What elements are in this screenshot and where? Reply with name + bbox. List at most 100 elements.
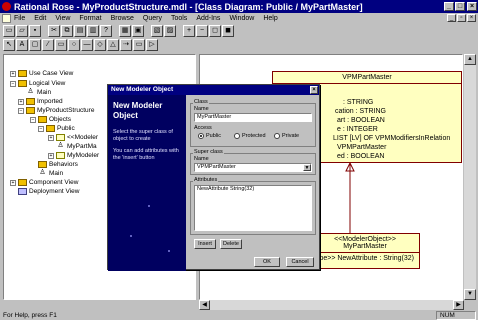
horizontal-scrollbar[interactable]: ◀ ▶ [199, 300, 464, 310]
rose-app-icon[interactable] [2, 2, 11, 11]
deploy-icon[interactable]: ▨ [164, 25, 176, 37]
maximize-button[interactable]: □ [455, 2, 465, 11]
tree-item-component-view[interactable]: + Component View [10, 178, 78, 187]
realize-icon[interactable]: ▷ [146, 39, 158, 51]
menu-tools[interactable]: Tools [171, 15, 187, 22]
deployment-icon [18, 188, 27, 195]
radio-icon [234, 133, 240, 139]
cancel-button[interactable]: Cancel [286, 257, 314, 267]
browse-icon[interactable]: ▦ [119, 25, 131, 37]
collapse-icon[interactable]: − [18, 107, 24, 114]
zoom-in-icon[interactable]: + [183, 25, 195, 37]
interface-icon[interactable]: ○ [68, 39, 80, 51]
tree-item-mypartmaster[interactable]: ♙ MyPartMa [56, 142, 96, 151]
mypartmaster-class[interactable]: <<ModelerObject>> MyPartMaster type>> Ne… [310, 233, 420, 269]
access-protected-radio[interactable]: Protected [234, 133, 266, 139]
class-diagram-icon[interactable]: ▣ [132, 25, 144, 37]
text-icon[interactable]: A [16, 39, 28, 51]
folder-icon [38, 116, 47, 123]
tree-label: Objects [49, 116, 72, 123]
undo-fit-icon[interactable]: ◼ [222, 25, 234, 37]
anchor-icon[interactable]: ⁄ [42, 39, 54, 51]
scroll-left-arrow-icon[interactable]: ◀ [199, 300, 210, 310]
expand-icon[interactable]: + [48, 134, 54, 141]
tree-item-main[interactable]: ♙ Main [26, 88, 51, 97]
print-icon[interactable]: ▥ [87, 25, 99, 37]
package-icon[interactable]: ▭ [133, 39, 145, 51]
tree-item-mymodeler[interactable]: + MyModeler [48, 151, 99, 160]
copy-icon[interactable]: ⧉ [61, 25, 73, 37]
new-icon[interactable]: ▭ [3, 25, 15, 37]
tree-label: MyModeler [67, 152, 100, 159]
wizard-title: New Modeler Object [113, 101, 163, 120]
close-button[interactable]: × [467, 2, 477, 11]
superclass-combobox[interactable]: VPMPartMaster ▼ [194, 163, 312, 172]
ok-button[interactable]: OK [254, 257, 280, 267]
tree-item-main-2[interactable]: ♙ Main [38, 169, 63, 178]
folder-icon [18, 70, 27, 77]
collapse-icon[interactable]: − [30, 116, 36, 123]
menu-edit[interactable]: Edit [34, 15, 46, 22]
expand-icon[interactable]: + [18, 98, 24, 105]
help-icon[interactable]: ? [100, 25, 112, 37]
expand-icon[interactable]: + [10, 70, 16, 77]
mdi-minimize-button[interactable]: _ [447, 14, 456, 22]
tree-item-use-case-view[interactable]: + Use Case View [10, 69, 73, 78]
vertical-scrollbar[interactable]: ▲ ▼ [464, 54, 476, 300]
dropdown-arrow-icon[interactable]: ▼ [303, 164, 311, 171]
generalize-icon[interactable]: △ [107, 39, 119, 51]
aggregation-icon[interactable]: ◇ [94, 39, 106, 51]
tree-item-public[interactable]: − Public [38, 124, 75, 133]
save-icon[interactable]: ▪ [29, 25, 41, 37]
scroll-down-arrow-icon[interactable]: ▼ [464, 289, 476, 300]
tree-item-deployment-view[interactable]: Deployment View [18, 187, 79, 196]
component-icon[interactable]: ▧ [151, 25, 163, 37]
folder-icon [26, 107, 35, 114]
insert-button[interactable]: Insert [194, 239, 216, 249]
zoom-out-icon[interactable]: − [196, 25, 208, 37]
cut-icon[interactable]: ✂ [48, 25, 60, 37]
mdi-close-button[interactable]: × [467, 14, 476, 22]
decorative-dot [130, 235, 132, 237]
attributes-list[interactable]: NewAttribute String(32) [194, 185, 312, 231]
access-private-radio[interactable]: Private [274, 133, 299, 139]
minimize-button[interactable]: _ [444, 2, 454, 11]
delete-button[interactable]: Delete [220, 239, 242, 249]
dependency-icon[interactable]: ⇢ [120, 39, 132, 51]
tree-item-logical-view[interactable]: − Logical View [10, 79, 65, 88]
tree-item-behaviors[interactable]: Behaviors [38, 160, 78, 169]
association-icon[interactable]: — [81, 39, 93, 51]
collapse-icon[interactable]: − [38, 125, 44, 132]
class-name-input[interactable]: MyPartMaster [194, 113, 312, 122]
tree-item-imported[interactable]: + Imported [18, 97, 63, 106]
menu-query[interactable]: Query [143, 15, 162, 22]
tree-item-objects[interactable]: − Objects [30, 115, 71, 124]
mdi-restore-button[interactable]: ▫ [457, 14, 466, 22]
document-icon[interactable] [2, 14, 11, 23]
menu-window[interactable]: Window [229, 15, 254, 22]
expand-icon[interactable]: + [48, 152, 54, 159]
attribute-list-item[interactable]: NewAttribute String(32) [197, 186, 311, 193]
menu-browse[interactable]: Browse [111, 15, 134, 22]
scroll-right-arrow-icon[interactable]: ▶ [453, 300, 464, 310]
scroll-up-arrow-icon[interactable]: ▲ [464, 54, 476, 65]
open-icon[interactable]: ▱ [16, 25, 28, 37]
fit-icon[interactable]: ◻ [209, 25, 221, 37]
select-icon[interactable]: ↖ [3, 39, 15, 51]
menu-help[interactable]: Help [263, 15, 277, 22]
menu-add-ins[interactable]: Add-Ins [196, 15, 220, 22]
expand-icon[interactable]: + [10, 179, 16, 186]
tree-item-myproductstructure[interactable]: − MyProductStructure [18, 106, 94, 115]
menu-format[interactable]: Format [79, 15, 101, 22]
tree-item-modeler-stereotype[interactable]: + <<Modeler [48, 133, 98, 142]
access-public-radio[interactable]: Public [198, 133, 221, 139]
menu-view[interactable]: View [55, 15, 70, 22]
dialog-close-button[interactable]: × [310, 86, 318, 94]
name-label: Name [194, 106, 209, 112]
menu-file[interactable]: File [14, 15, 25, 22]
class-icon[interactable]: ▭ [55, 39, 67, 51]
paste-icon[interactable]: ▤ [74, 25, 86, 37]
note-icon[interactable]: ▢ [29, 39, 41, 51]
collapse-icon[interactable]: − [10, 80, 16, 87]
radio-label: Public [206, 133, 221, 139]
